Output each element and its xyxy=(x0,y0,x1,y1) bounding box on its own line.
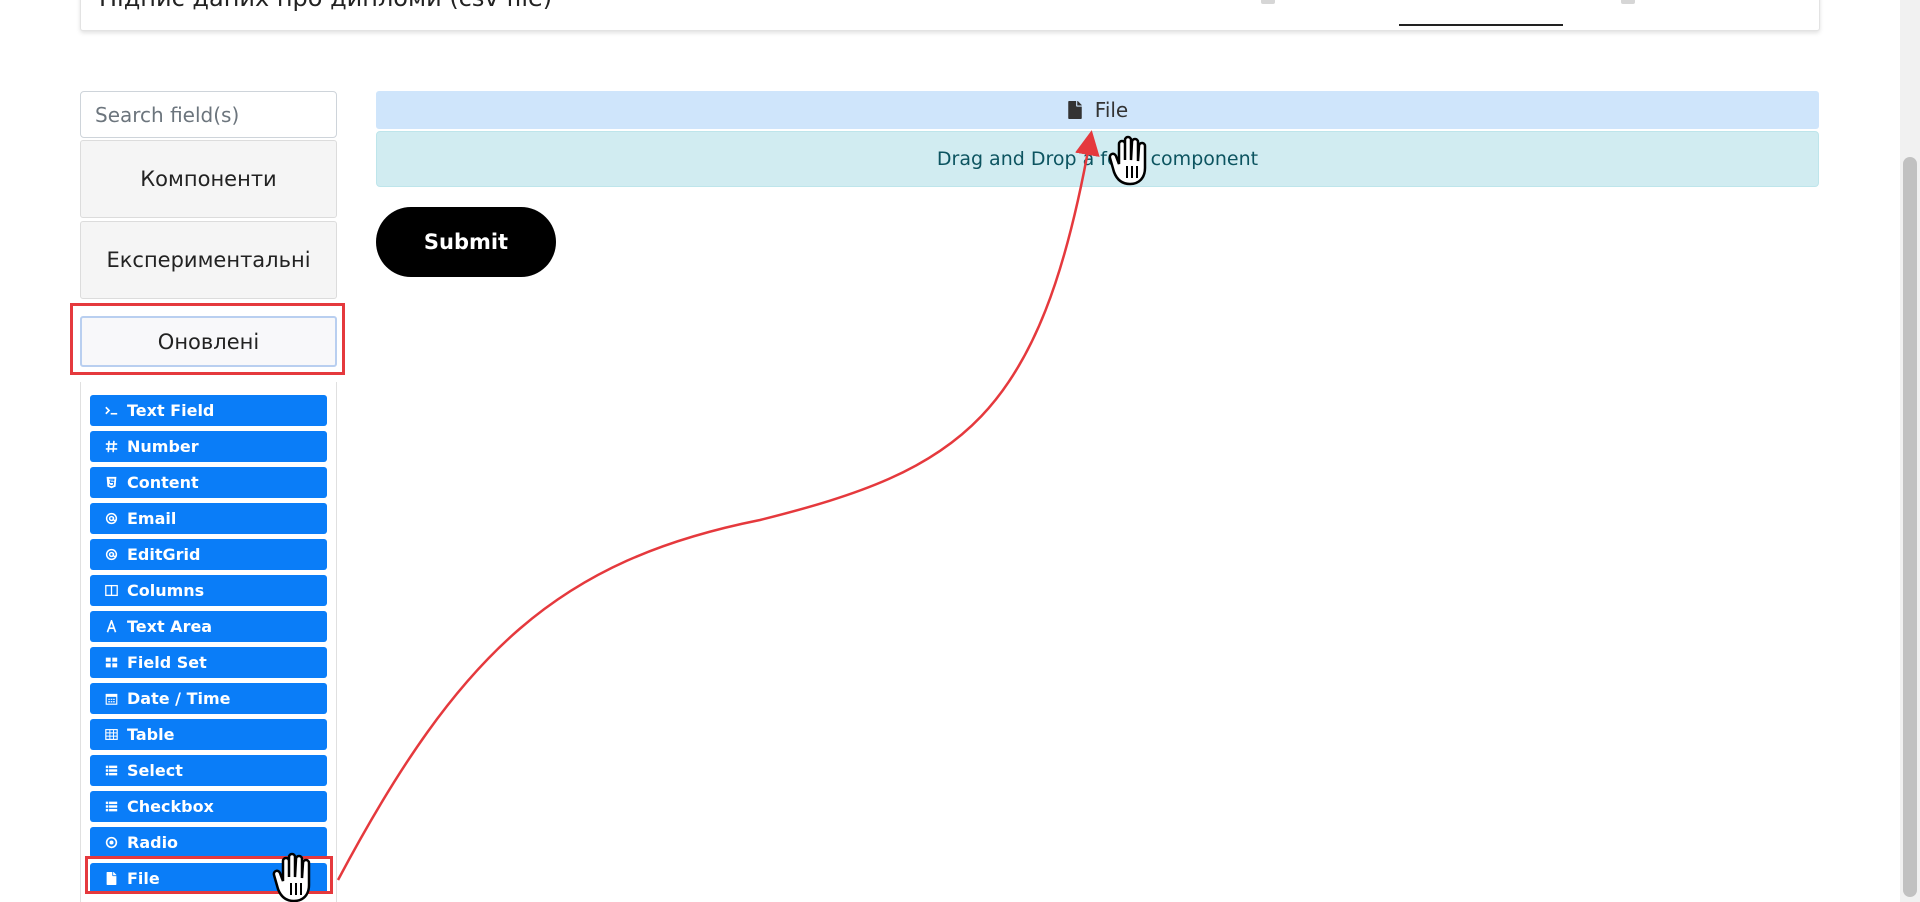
component-content[interactable]: Content xyxy=(90,467,327,498)
component-label: File xyxy=(127,869,160,888)
search-fields-input[interactable] xyxy=(80,91,337,138)
component-label: Columns xyxy=(127,581,205,600)
file-icon xyxy=(101,871,121,887)
file-component-header[interactable]: File xyxy=(376,91,1819,129)
component-label: Field Set xyxy=(127,653,207,672)
component-label: Email xyxy=(127,509,177,528)
component-label: Text Area xyxy=(127,617,213,636)
table-icon xyxy=(101,727,121,743)
component-table[interactable]: Table xyxy=(90,719,327,750)
group-experimental-button[interactable]: Експериментальні xyxy=(80,221,337,299)
component-text-area[interactable]: Text Area xyxy=(90,611,327,642)
component-email[interactable]: Email xyxy=(90,503,327,534)
th-large-icon xyxy=(101,655,121,671)
component-label: Table xyxy=(127,725,175,744)
group-components-button[interactable]: Компоненти xyxy=(80,140,337,218)
file-component-label: File xyxy=(1094,98,1129,122)
th-list-icon xyxy=(101,763,121,779)
terminal-icon xyxy=(101,403,121,419)
component-field-set[interactable]: Field Set xyxy=(90,647,327,678)
component-select[interactable]: Select xyxy=(90,755,327,786)
component-radio[interactable]: Radio xyxy=(90,827,327,858)
component-label: Date / Time xyxy=(127,689,231,708)
group-updated-button[interactable]: Оновлені xyxy=(80,316,337,367)
calendar-icon xyxy=(101,691,121,707)
th-list-icon xyxy=(101,799,121,815)
component-columns[interactable]: Columns xyxy=(90,575,327,606)
component-label: Radio xyxy=(127,833,179,852)
form-header-bar: Підпис даних про дипломи (csv file) xyxy=(80,0,1820,31)
active-tab-underline xyxy=(1399,24,1563,26)
columns-icon xyxy=(101,583,121,599)
form-title: Підпис даних про дипломи (csv file) xyxy=(99,0,552,12)
component-editgrid[interactable]: EditGrid xyxy=(90,539,327,570)
at-icon xyxy=(101,547,121,563)
component-label: Select xyxy=(127,761,183,780)
component-label: Text Field xyxy=(127,401,215,420)
dot-circle-icon xyxy=(101,835,121,851)
component-label: EditGrid xyxy=(127,545,201,564)
file-icon xyxy=(1068,101,1082,119)
component-number[interactable]: Number xyxy=(90,431,327,462)
drop-zone[interactable]: Drag and Drop a form component xyxy=(376,131,1819,187)
submit-button[interactable]: Submit xyxy=(376,207,556,277)
at-icon xyxy=(101,511,121,527)
component-file[interactable]: File xyxy=(90,863,327,894)
component-label: Checkbox xyxy=(127,797,214,816)
component-label: Number xyxy=(127,437,199,456)
component-label: Content xyxy=(127,473,199,492)
font-icon xyxy=(101,619,121,635)
hashtag-icon xyxy=(101,439,121,455)
header-faint-icon xyxy=(1621,0,1635,4)
scrollbar-thumb[interactable] xyxy=(1903,157,1917,897)
header-faint-icon xyxy=(1261,0,1275,4)
component-checkbox[interactable]: Checkbox xyxy=(90,791,327,822)
component-text-field[interactable]: Text Field xyxy=(90,395,327,426)
html5-icon xyxy=(101,475,121,491)
component-date-time[interactable]: Date / Time xyxy=(90,683,327,714)
